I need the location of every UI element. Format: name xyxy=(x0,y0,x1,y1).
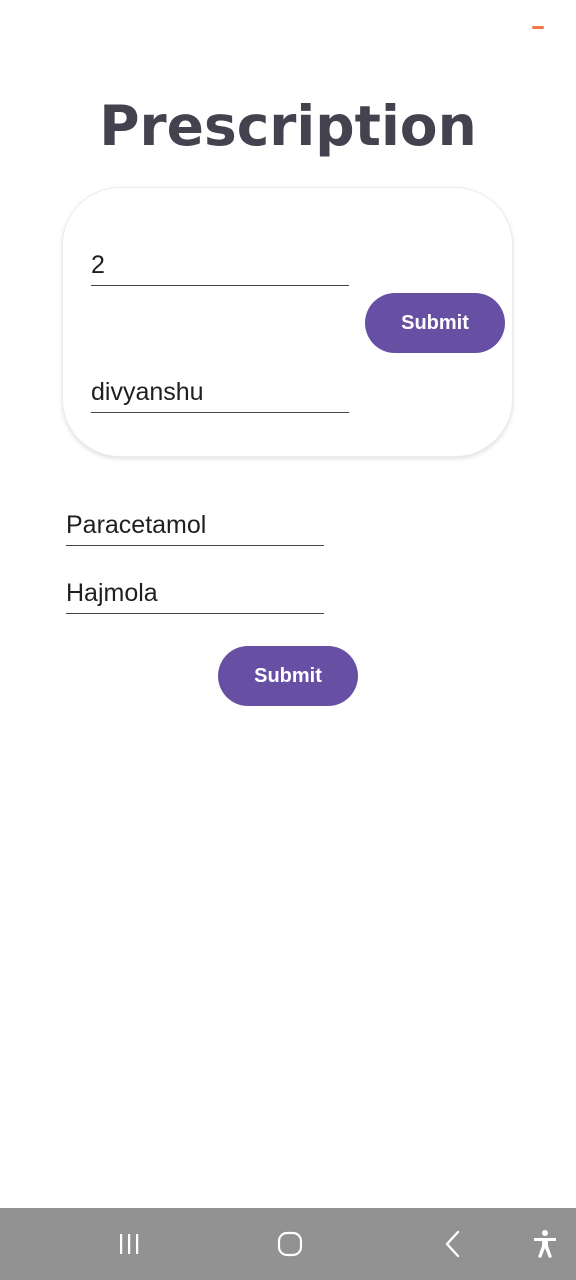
navigation-bar xyxy=(0,1208,576,1280)
card-submit-button[interactable]: Submit xyxy=(365,293,505,353)
accessibility-icon[interactable] xyxy=(520,1208,570,1280)
page-title: Prescription xyxy=(99,94,477,158)
medicine-field-1[interactable] xyxy=(66,505,324,546)
medicine-field-2[interactable] xyxy=(66,573,324,614)
recents-icon[interactable] xyxy=(104,1208,154,1280)
prescription-id-field[interactable] xyxy=(91,245,349,286)
status-indicator xyxy=(532,26,544,29)
medicine-submit-button[interactable]: Submit xyxy=(218,646,358,706)
back-icon[interactable] xyxy=(428,1208,478,1280)
home-icon[interactable] xyxy=(265,1208,315,1280)
patient-name-field[interactable] xyxy=(91,372,349,413)
